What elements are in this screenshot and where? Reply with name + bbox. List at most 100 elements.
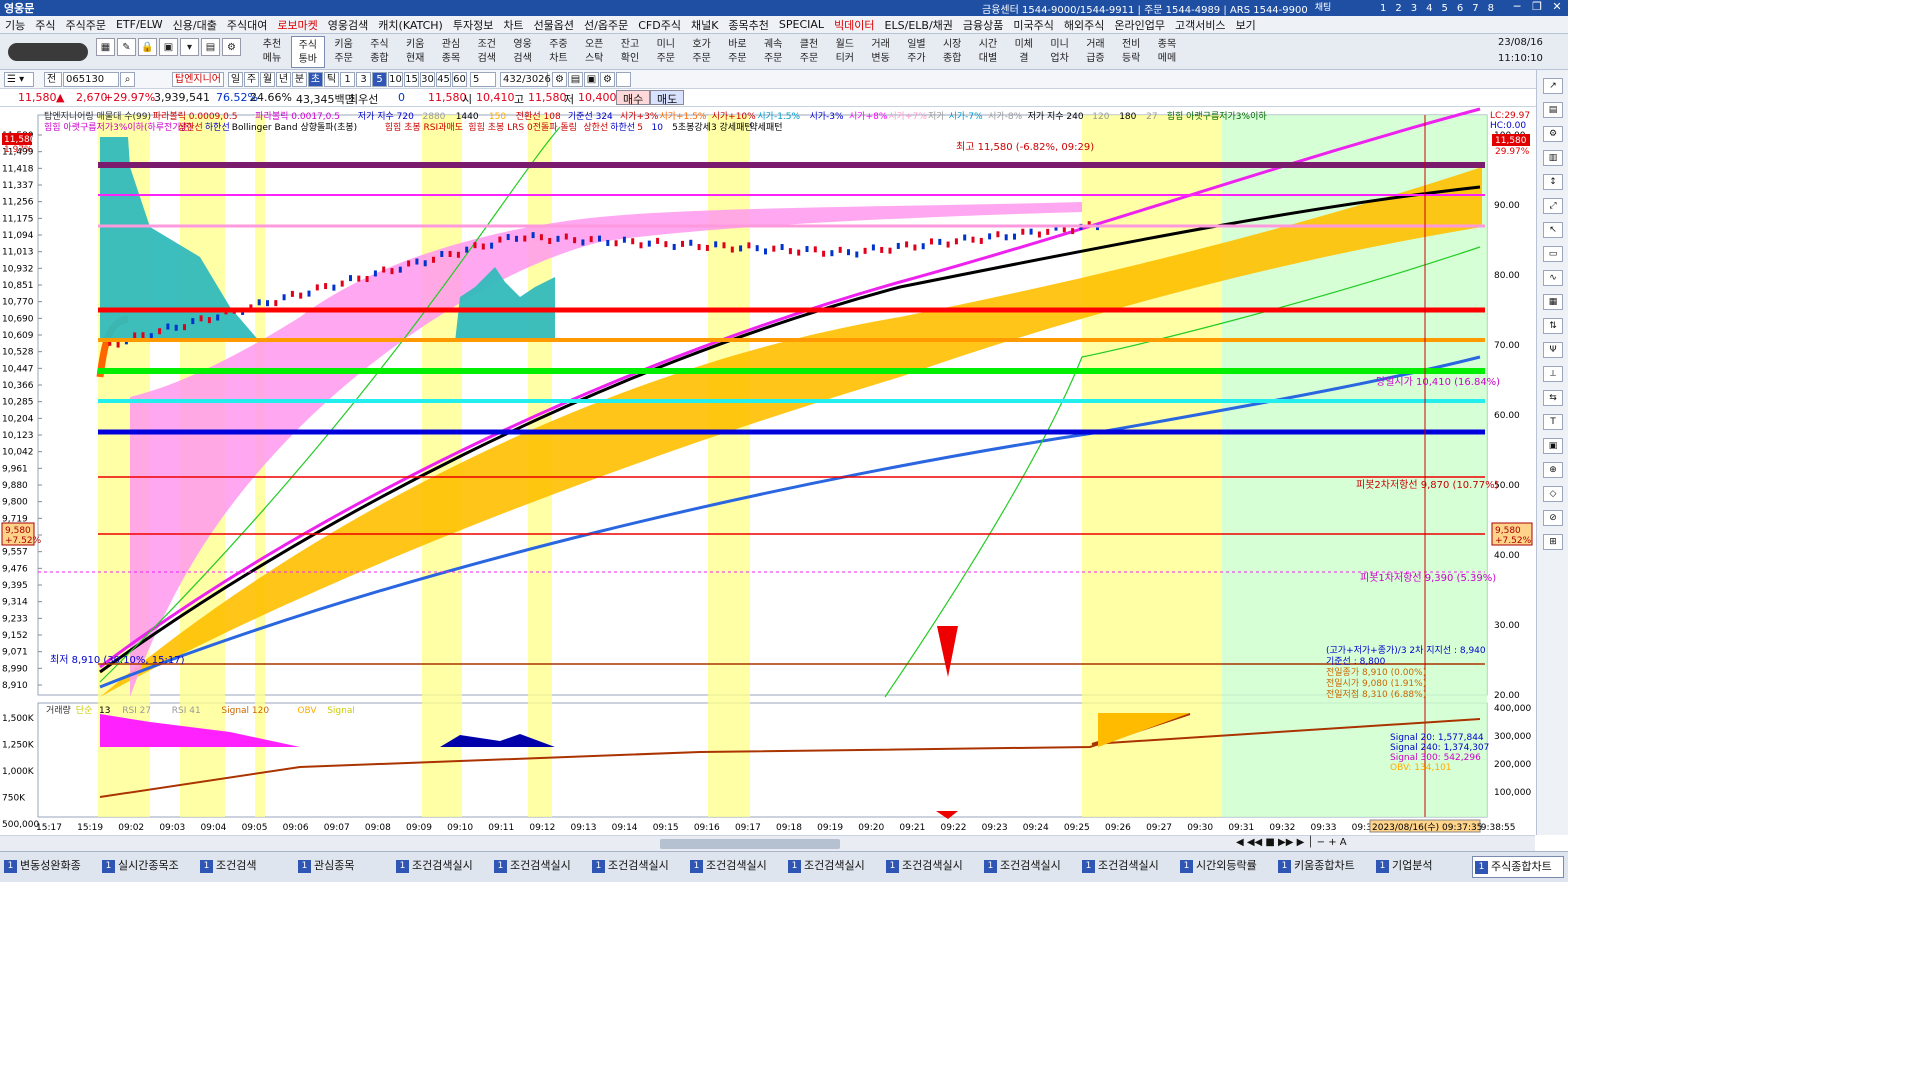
interval-1[interactable]: 1: [340, 72, 355, 87]
toolbar-button[interactable]: 키움 현재: [398, 36, 432, 68]
toolbar-button[interactable]: 미체 결: [1007, 36, 1041, 68]
sell-button[interactable]: 매도: [650, 90, 685, 106]
buy-button[interactable]: 매수: [616, 90, 651, 106]
taskbar-window-tab[interactable]: 1 조건검색실시: [786, 856, 878, 878]
toolbar-icon[interactable]: ✎: [117, 38, 136, 56]
period-second[interactable]: 초: [308, 72, 323, 87]
sidebar-tool-icon[interactable]: ⇆: [1543, 390, 1563, 406]
menu-item[interactable]: 주식주문: [61, 17, 111, 33]
menu-item[interactable]: 주식대여: [222, 17, 272, 33]
sidebar-tool-icon[interactable]: ∿: [1543, 270, 1563, 286]
sidebar-tool-icon[interactable]: ▤: [1543, 102, 1563, 118]
indicator-icon[interactable]: ▤: [568, 72, 583, 87]
menu-item[interactable]: 종목추천: [723, 17, 773, 33]
sidebar-tool-icon[interactable]: ⤢: [1543, 198, 1563, 214]
toolbar-button[interactable]: 시장 종합: [935, 36, 969, 68]
toolbar-button[interactable]: 거래 급증: [1078, 36, 1112, 68]
period-week[interactable]: 주: [244, 72, 259, 87]
menu-item[interactable]: 신용/대출: [168, 17, 222, 33]
menu-item[interactable]: CFD주식: [633, 17, 686, 33]
chat-button[interactable]: 채팅: [1314, 0, 1332, 16]
toolbar-button[interactable]: 시간 대별: [971, 36, 1005, 68]
page-tab[interactable]: 7: [1472, 3, 1478, 14]
menu-combo[interactable]: ☰ ▾: [4, 72, 34, 87]
page-tab[interactable]: 4: [1426, 3, 1432, 14]
interval-60[interactable]: 60: [452, 72, 467, 87]
chart-tool-icon[interactable]: ⚙: [552, 72, 567, 87]
toolbar-icon[interactable]: ▾: [180, 38, 199, 56]
sidebar-tool-icon[interactable]: ⊘: [1543, 510, 1563, 526]
taskbar-window-tab[interactable]: 1 키움종합차트: [1276, 856, 1368, 878]
chart-canvas[interactable]: 11,58011,49911,41811,33711,25611,17511,0…: [0, 107, 1535, 833]
sidebar-tool-icon[interactable]: ↗: [1543, 78, 1563, 94]
taskbar-window-tab[interactable]: 1 시간외등락률: [1178, 856, 1270, 878]
count-input[interactable]: 5: [470, 72, 496, 87]
taskbar-window-tab[interactable]: 1 조건검색실시: [688, 856, 780, 878]
market-select[interactable]: 전: [44, 72, 62, 87]
toolbar-button[interactable]: 주식 종합: [362, 36, 396, 68]
menu-item[interactable]: 해외주식: [1059, 17, 1109, 33]
checkbox-icon[interactable]: [616, 72, 631, 87]
settings-icon[interactable]: ⚙: [600, 72, 615, 87]
interval-10[interactable]: 10: [388, 72, 403, 87]
toolbar-button[interactable]: 미니 주문: [649, 36, 683, 68]
search-icon[interactable]: ⌕: [120, 72, 135, 87]
sidebar-tool-icon[interactable]: ▣: [1543, 438, 1563, 454]
menu-item[interactable]: 금융상품: [958, 17, 1008, 33]
toolbar-button[interactable]: 조건 검색: [470, 36, 504, 68]
taskbar-window-tab[interactable]: 1 조건검색실시: [982, 856, 1074, 878]
toolbar-button[interactable]: 월드 티커: [828, 36, 862, 68]
menu-item[interactable]: 온라인업무: [1109, 17, 1170, 33]
interval-15[interactable]: 15: [404, 72, 419, 87]
close-icon[interactable]: ✕: [1548, 0, 1566, 16]
taskbar-window-tab[interactable]: 1 조건검색: [198, 856, 290, 878]
toolbar-button[interactable]: 전비 등락: [1114, 36, 1148, 68]
page-tab[interactable]: 8: [1488, 3, 1494, 14]
toolbar-icon[interactable]: ⚙: [222, 38, 241, 56]
sidebar-tool-icon[interactable]: T: [1543, 414, 1563, 430]
page-tab[interactable]: 5: [1442, 3, 1448, 14]
menu-item[interactable]: SPECIAL: [774, 18, 829, 31]
menu-item[interactable]: 고객서비스: [1170, 17, 1231, 33]
page-tab[interactable]: 1: [1380, 3, 1386, 14]
minimize-icon[interactable]: ─: [1508, 0, 1526, 16]
sidebar-tool-icon[interactable]: ⇅: [1543, 318, 1563, 334]
toolbar-button[interactable]: 거래 변동: [864, 36, 898, 68]
toolbar-icon[interactable]: ▦: [96, 38, 115, 56]
sidebar-tool-icon[interactable]: ▭: [1543, 246, 1563, 262]
toolbar-button[interactable]: 키움 주문: [327, 36, 361, 68]
scroll-nav-icons[interactable]: ◀ ◀◀ ■ ▶▶ ▶ │ − + A: [1236, 837, 1347, 848]
taskbar-window-tab[interactable]: 1 조건검색실시: [884, 856, 976, 878]
scroll-thumb[interactable]: [660, 839, 840, 849]
restore-icon[interactable]: ❐: [1528, 0, 1546, 16]
taskbar-window-tab[interactable]: 1 조건검색실시: [492, 856, 584, 878]
toolbar-button[interactable]: 클천 주문: [792, 36, 826, 68]
toolbar-button[interactable]: 추천 메뉴: [255, 36, 289, 68]
page-tab[interactable]: 3: [1411, 3, 1417, 14]
menu-item[interactable]: 로보마켓: [272, 17, 322, 33]
menu-item[interactable]: 차트: [498, 17, 528, 33]
save-icon[interactable]: ▣: [584, 72, 599, 87]
taskbar-window-tab[interactable]: 1 주식종합차트: [1472, 856, 1564, 878]
toolbar-button[interactable]: 종목 메메: [1150, 36, 1184, 68]
menu-item[interactable]: 기능: [0, 17, 30, 33]
taskbar-window-tab[interactable]: 1 변동성완화종: [2, 856, 94, 878]
toolbar-button[interactable]: 바로 주문: [720, 36, 754, 68]
interval-45[interactable]: 45: [436, 72, 451, 87]
menu-item[interactable]: 투자정보: [448, 17, 498, 33]
taskbar-window-tab[interactable]: 1 조건검색실시: [1080, 856, 1172, 878]
menu-item[interactable]: 선물옵션: [529, 17, 579, 33]
sidebar-tool-icon[interactable]: ⚙: [1543, 126, 1563, 142]
menu-item[interactable]: 채널K: [686, 17, 723, 33]
toolbar-icon[interactable]: ▣: [159, 38, 178, 56]
stock-name[interactable]: 탑엔지니어: [172, 72, 224, 87]
sidebar-tool-icon[interactable]: ▦: [1543, 294, 1563, 310]
menu-item[interactable]: 주식: [30, 17, 60, 33]
sidebar-tool-icon[interactable]: ▥: [1543, 150, 1563, 166]
toolbar-button[interactable]: 호가 주문: [685, 36, 719, 68]
sidebar-tool-icon[interactable]: ◇: [1543, 486, 1563, 502]
period-minute[interactable]: 분: [292, 72, 307, 87]
toolbar-button[interactable]: 영웅 검색: [506, 36, 540, 68]
sidebar-tool-icon[interactable]: Ψ: [1543, 342, 1563, 358]
page-tab[interactable]: 6: [1457, 3, 1463, 14]
